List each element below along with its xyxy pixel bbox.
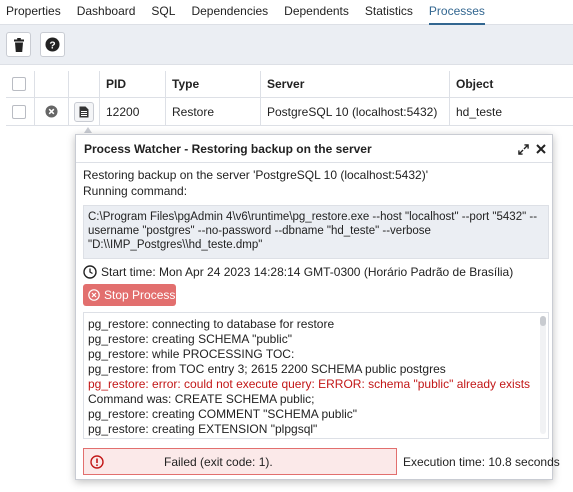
pid-cell: 12200 <box>100 98 166 125</box>
command-box: C:\Program Files\pgAdmin 4\v6\runtime\pg… <box>83 205 549 259</box>
file-text-icon <box>79 106 89 117</box>
log-line: pg_restore: while PROCESSING TOC: <box>88 347 295 361</box>
stop-process-button[interactable]: Stop Process <box>83 284 176 306</box>
header-details-cell <box>69 71 100 97</box>
log-line: pg_restore: connecting to database for r… <box>88 317 335 331</box>
log-line: pg_restore: creating EXTENSION "plpgsql" <box>88 422 318 436</box>
command-line: username "postgres" --no-password --dbna… <box>88 225 431 237</box>
stop-circle-icon <box>88 289 100 301</box>
command-line: C:\Program Files\pgAdmin 4\v6\runtime\pg… <box>88 211 538 223</box>
log-output[interactable]: pg_restore: connecting to database for r… <box>83 312 549 439</box>
log-scrollbar[interactable] <box>540 316 546 434</box>
log-error-line: pg_restore: error: could not execute que… <box>88 377 531 391</box>
header-action-cell <box>35 71 69 97</box>
close-icon[interactable] <box>534 142 548 156</box>
help-icon: ? <box>45 37 60 52</box>
start-time-row: Start time: Mon Apr 24 2023 14:28:14 GMT… <box>83 265 513 279</box>
tab-dependents[interactable]: Dependents <box>284 0 349 25</box>
header-type[interactable]: Type <box>166 71 261 97</box>
delete-button[interactable] <box>6 32 31 57</box>
process-watcher-dialog: Process Watcher - Restoring backup on th… <box>75 134 560 480</box>
row-checkbox[interactable] <box>12 104 26 119</box>
view-details-button[interactable] <box>74 101 94 122</box>
command-line: "D:\\IMP_Postgres\\hd_teste.dmp" <box>88 239 263 251</box>
table-row[interactable]: 12200 Restore PostgreSQL 10 (localhost:5… <box>6 98 573 126</box>
tab-properties[interactable]: Properties <box>6 0 61 25</box>
status-text: Failed (exit code: 1). <box>164 454 273 469</box>
scrollbar-thumb[interactable] <box>540 316 546 326</box>
error-icon <box>90 454 104 469</box>
cancel-circle-icon[interactable] <box>45 105 58 118</box>
help-button[interactable]: ? <box>40 32 65 57</box>
log-line: pg_restore: creating SCHEMA "public" <box>88 332 292 346</box>
type-cell: Restore <box>166 98 261 125</box>
dialog-title: Process Watcher - Restoring backup on th… <box>76 135 552 163</box>
server-cell: PostgreSQL 10 (localhost:5432) <box>261 98 450 125</box>
status-banner: Failed (exit code: 1). <box>83 448 397 475</box>
execution-time: Execution time: 10.8 seconds <box>403 455 560 469</box>
row-details-cell <box>69 98 100 125</box>
select-all-cell <box>6 71 35 97</box>
restore-summary: Restoring backup on the server 'PostgreS… <box>83 168 428 182</box>
log-line: pg_restore: from TOC entry 3; 2615 2200 … <box>88 362 446 376</box>
svg-text:?: ? <box>49 40 55 51</box>
row-select-cell <box>6 98 35 125</box>
popover-arrow <box>84 127 92 133</box>
select-all-checkbox[interactable] <box>12 77 26 91</box>
log-line: Command was: CREATE SCHEMA public; <box>88 392 315 406</box>
row-stop-cell <box>35 98 69 125</box>
start-time: Start time: Mon Apr 24 2023 14:28:14 GMT… <box>101 265 514 279</box>
tab-bar: Properties Dashboard SQL Dependencies De… <box>0 0 573 25</box>
clock-icon <box>83 265 97 279</box>
tab-dashboard[interactable]: Dashboard <box>77 0 136 25</box>
header-pid[interactable]: PID <box>100 71 166 97</box>
toolbar: ? <box>0 25 573 65</box>
header-object[interactable]: Object <box>450 71 573 97</box>
stop-process-label: Stop Process <box>104 288 176 302</box>
tab-processes[interactable]: Processes <box>428 0 485 25</box>
log-line: pg_restore: creating COMMENT "SCHEMA pub… <box>88 407 358 421</box>
running-command-label: Running command: <box>83 184 188 198</box>
tab-dependencies[interactable]: Dependencies <box>191 0 268 25</box>
header-server[interactable]: Server <box>261 71 450 97</box>
trash-icon <box>13 37 24 52</box>
table-header: PID Type Server Object <box>6 71 573 98</box>
expand-icon[interactable] <box>516 142 530 156</box>
object-cell: hd_teste <box>456 104 503 119</box>
tab-statistics[interactable]: Statistics <box>365 0 413 25</box>
tab-sql[interactable]: SQL <box>151 0 175 25</box>
